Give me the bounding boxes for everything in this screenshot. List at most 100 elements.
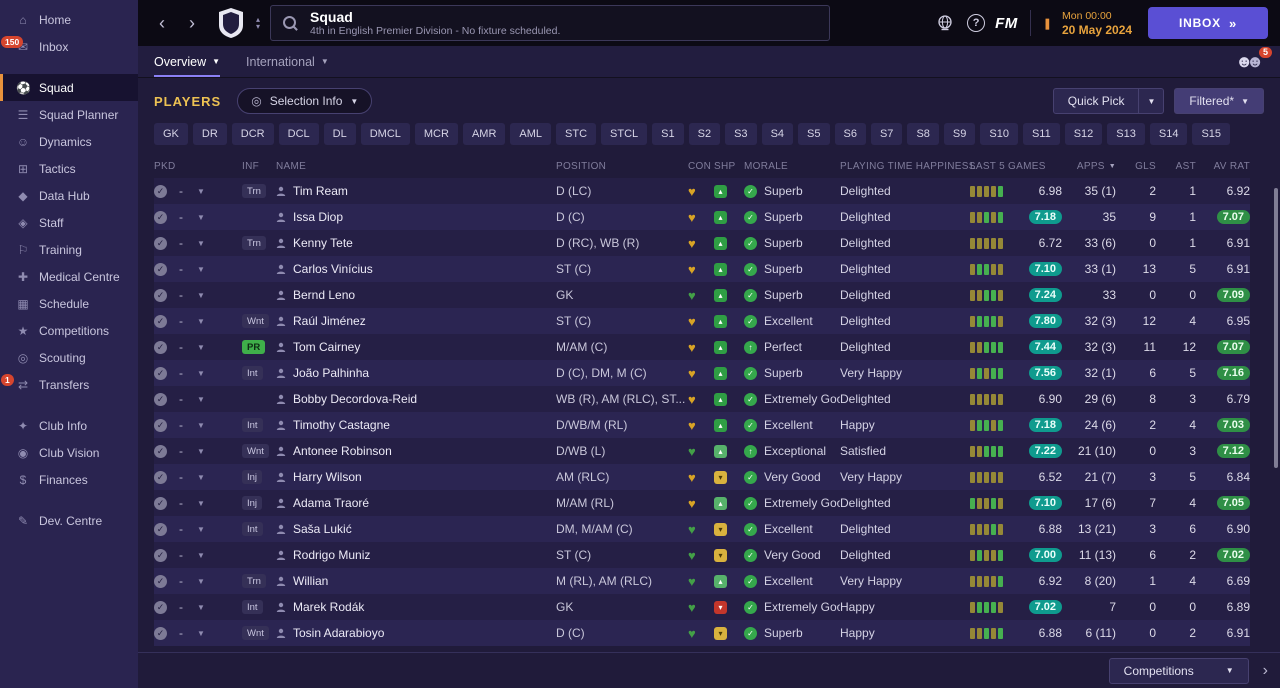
filter-dr[interactable]: DR (192, 123, 227, 145)
row-dropdown-caret[interactable]: ▼ (197, 343, 205, 352)
filter-s13[interactable]: S13 (1107, 123, 1145, 145)
filter-dl[interactable]: DL (323, 123, 356, 145)
player-row[interactable]: ✓ - ▼ Inj Harry Wilson AM (RLC) ♥ ▾ ✓ Very Good Ve… (154, 464, 1250, 490)
player-name[interactable]: Harry Wilson (293, 470, 362, 484)
player-row[interactable]: ✓ - ▼ Bernd Leno GK ♥ ▴ ✓ Superb Delighted 7.24 33 0… (154, 282, 1250, 308)
filter-gk[interactable]: GK (154, 123, 188, 145)
player-row[interactable]: ✓ - ▼ Int Saša Lukić DM, M/AM (C) ♥ ▾ ✓ Excellent… (154, 516, 1250, 542)
inbox-button[interactable]: INBOX» (1148, 7, 1268, 39)
help-icon[interactable]: ? (967, 14, 986, 32)
filter-s12[interactable]: S12 (1064, 123, 1103, 145)
filter-s4[interactable]: S4 (761, 123, 794, 145)
column-header-apps[interactable]: APPS ▼ (1062, 161, 1116, 172)
club-crest[interactable] (218, 7, 244, 39)
sidebar-item-dev-centre[interactable]: ✎ Dev. Centre (0, 507, 138, 534)
player-row[interactable]: ✓ - ▼ Issa Diop D (C) ♥ ▴ ✓ Superb Delighted 7.18 3… (154, 204, 1250, 230)
player-name[interactable]: Kenny Tete (293, 236, 353, 250)
row-dropdown-caret[interactable]: ▼ (197, 317, 205, 326)
filter-s2[interactable]: S2 (688, 123, 721, 145)
row-dropdown-caret[interactable]: ▼ (197, 499, 205, 508)
sidebar-item-finances[interactable]: $ Finances (0, 466, 138, 493)
player-name[interactable]: Tim Ream (293, 184, 348, 198)
filter-dcr[interactable]: DCR (231, 123, 274, 145)
sidebar-item-staff[interactable]: ◈ Staff (0, 209, 138, 236)
player-name[interactable]: Bobby Decordova-Reid (293, 392, 417, 406)
player-name[interactable]: Timothy Castagne (293, 418, 390, 432)
row-dropdown-caret[interactable]: ▼ (197, 473, 205, 482)
squad-happiness-faces-icon[interactable]: ☻☻ 5 (1235, 47, 1272, 72)
row-dropdown-caret[interactable]: ▼ (197, 213, 205, 222)
filter-s8[interactable]: S8 (907, 123, 939, 145)
row-dropdown-caret[interactable]: ▼ (197, 629, 205, 638)
column-header-inf[interactable]: INF (242, 161, 276, 172)
selection-info-dropdown[interactable]: ◎ Selection Info ▼ (237, 88, 373, 114)
filter-s9[interactable]: S9 (943, 123, 976, 145)
sidebar-item-club-vision[interactable]: ◉ Club Vision (0, 439, 138, 466)
player-row[interactable]: ✓ - ▼ Carlos Vinícius ST (C) ♥ ▴ ✓ Superb Delight… (154, 256, 1250, 282)
column-header-gls[interactable]: GLS (1116, 161, 1156, 172)
player-name[interactable]: Willian (293, 574, 328, 588)
sidebar-item-club-info[interactable]: ✦ Club Info (0, 412, 138, 439)
sidebar-item-squad-planner[interactable]: ☰ Squad Planner (0, 101, 138, 128)
player-row[interactable]: ✓ - ▼ Trn Kenny Tete D (RC), WB (R) ♥ ▴ ✓ Superb D… (154, 230, 1250, 256)
column-header-last-5-games[interactable]: LAST 5 GAMES (970, 161, 1062, 172)
world-icon[interactable] (933, 11, 957, 35)
tab-overview[interactable]: Overview ▼ (154, 46, 220, 77)
row-dropdown-caret[interactable]: ▼ (197, 369, 205, 378)
filter-s15[interactable]: S15 (1192, 123, 1231, 145)
filter-mcr[interactable]: MCR (414, 123, 458, 145)
player-row[interactable]: ✓ - ▼ Wnt Antonee Robinson D/WB (L) ♥ ▴ ↑ Excepti… (154, 438, 1250, 464)
player-row[interactable]: ✓ - ▼ Inj Adama Traoré M/AM (RL) ♥ ▴ ✓ Extremely … (154, 490, 1250, 516)
row-dropdown-caret[interactable]: ▼ (197, 395, 205, 404)
column-header-name[interactable]: NAME (276, 161, 556, 172)
row-dropdown-caret[interactable]: ▼ (197, 187, 205, 196)
player-name[interactable]: Issa Diop (293, 210, 343, 224)
player-name[interactable]: Carlos Vinícius (293, 262, 373, 276)
player-row[interactable]: ✓ - ▼ Wnt Tosin Adarabioyo D (C) ♥ ▾ ✓ Superb Happ… (154, 620, 1250, 646)
sidebar-item-tactics[interactable]: ⊞ Tactics (0, 155, 138, 182)
sidebar-item-home[interactable]: ⌂ Home (0, 6, 138, 33)
search-box[interactable]: Squad 4th in English Premier Division - … (270, 5, 831, 41)
sidebar-item-competitions[interactable]: ★ Competitions (0, 317, 138, 344)
player-row[interactable]: ✓ - ▼ Int João Palhinha D (C), DM, M (C) ♥ ▴ ✓ Su… (154, 360, 1250, 386)
filter-s5[interactable]: S5 (798, 123, 830, 145)
sidebar-item-squad[interactable]: ⚽ Squad (0, 74, 138, 101)
filter-s10[interactable]: S10 (980, 123, 1018, 145)
row-dropdown-caret[interactable]: ▼ (197, 291, 205, 300)
player-row[interactable]: ✓ - ▼ Trn Tim Ream D (LC) ♥ ▴ ✓ Superb Delighted 6.… (154, 178, 1250, 204)
player-row[interactable]: ✓ - ▼ Wnt Raúl Jiménez ST (C) ♥ ▴ ✓ Excellent Deli… (154, 308, 1250, 334)
player-row[interactable]: ✓-▼IntMarek RodákGK♥▾✓Extremely GoodHapp… (154, 594, 1250, 620)
filter-aml[interactable]: AML (510, 123, 552, 145)
player-name[interactable]: Saša Lukić (293, 522, 352, 536)
sidebar-item-training[interactable]: ⚐ Training (0, 236, 138, 263)
filter-stc[interactable]: STC (556, 123, 597, 145)
row-dropdown-caret[interactable]: ▼ (197, 239, 205, 248)
filter-amr[interactable]: AMR (462, 123, 506, 145)
sidebar-item-data-hub[interactable]: ◆ Data Hub (0, 182, 138, 209)
row-dropdown-caret[interactable]: ▼ (197, 265, 205, 274)
player-name[interactable]: Tosin Adarabioyo (293, 626, 384, 640)
sidebar-item-dynamics[interactable]: ☺ Dynamics (0, 128, 138, 155)
tab-international[interactable]: International ▼ (246, 46, 329, 77)
filter-s7[interactable]: S7 (870, 123, 903, 145)
sidebar-item-scouting[interactable]: ◎ Scouting (0, 344, 138, 371)
column-header-av-rat[interactable]: AV RAT (1196, 161, 1250, 172)
filtered-button[interactable]: Filtered* ▼ (1174, 88, 1264, 114)
player-name[interactable]: Marek Rodák (293, 600, 364, 614)
quick-pick-caret[interactable]: ▼ (1139, 88, 1165, 114)
filter-dcl[interactable]: DCL (278, 123, 319, 145)
filter-s11[interactable]: S11 (1022, 123, 1060, 145)
sidebar-item-inbox[interactable]: ✉ Inbox 150 (0, 33, 138, 60)
expand-chevron[interactable]: › (1263, 662, 1268, 680)
column-header-shp[interactable]: SHP (714, 161, 744, 172)
filter-stcl[interactable]: STCL (601, 123, 648, 145)
column-header-ast[interactable]: AST (1156, 161, 1196, 172)
back-arrow[interactable]: ‹ (152, 14, 172, 32)
quick-pick-button[interactable]: Quick Pick (1052, 88, 1140, 114)
column-header-con[interactable]: CON (688, 161, 714, 172)
player-name[interactable]: Tom Cairney (293, 340, 360, 354)
player-row[interactable]: ✓ - ▼ PR Tom Cairney M/AM (C) ♥ ▴ ↑ Perfect Deligh… (154, 334, 1250, 360)
row-dropdown-caret[interactable]: ▼ (197, 551, 205, 560)
row-dropdown-caret[interactable]: ▼ (197, 447, 205, 456)
player-row[interactable]: ✓ - ▼ Int Timothy Castagne D/WB/M (RL) ♥ ▴ ✓ Exce… (154, 412, 1250, 438)
